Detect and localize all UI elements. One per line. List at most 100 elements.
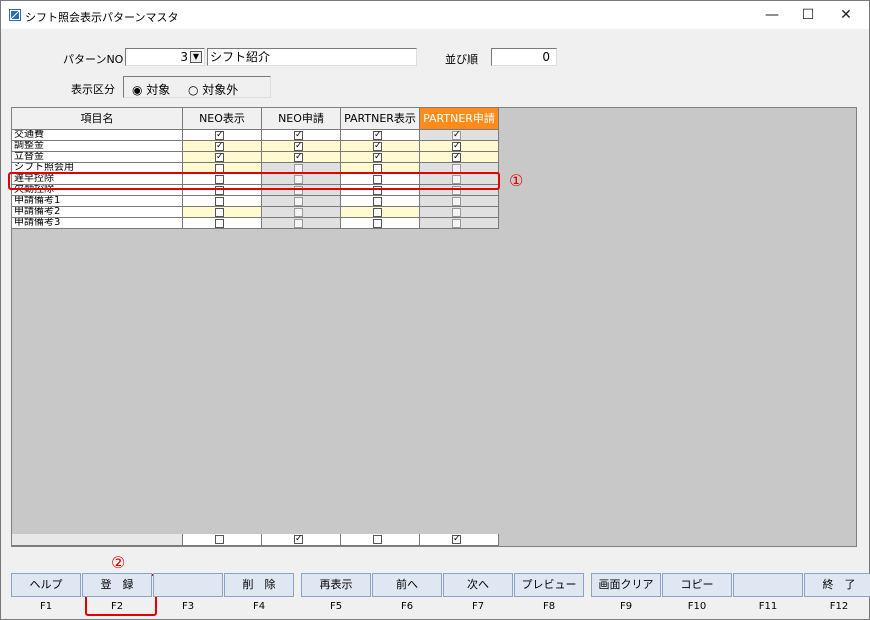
row-checkbox[interactable]: ✓ <box>452 153 461 162</box>
check-cell <box>420 196 499 207</box>
header-item-name: 項目名 <box>12 108 183 130</box>
row-checkbox[interactable]: ✓ <box>452 142 461 151</box>
fkey-label: F9 <box>619 601 633 612</box>
header-neo-display: NEO表示 <box>183 108 262 130</box>
footer-checkbox[interactable]: ✓ <box>452 535 461 544</box>
window-title: シフト照会表示パターンマスタ <box>25 11 179 24</box>
fkey-label: F2 <box>110 601 124 612</box>
row-checkbox[interactable] <box>452 208 461 217</box>
close-button[interactable]: ✕ <box>831 5 861 25</box>
order-label: 並び順 <box>445 53 478 66</box>
check-cell: ✓ <box>341 141 420 152</box>
fkey-button-f5[interactable]: 再表示 <box>301 573 371 597</box>
check-cell: ✓ <box>341 152 420 163</box>
pattern-no-select[interactable]: 3 ▼ <box>125 48 205 66</box>
check-cell <box>262 218 341 229</box>
fkey-button-f2[interactable]: 登 録 <box>82 573 152 597</box>
check-cell <box>341 207 420 218</box>
title-bar: シフト照会表示パターンマスタ — ☐ ✕ <box>1 1 869 29</box>
fkey-button-f1[interactable]: ヘルプ <box>11 573 81 597</box>
item-name-cell: 立替金 <box>12 152 183 163</box>
row-checkbox[interactable] <box>215 219 224 228</box>
row-checkbox[interactable] <box>452 219 461 228</box>
check-cell: ✓ <box>183 130 262 141</box>
fkey-button-f8[interactable]: プレビュー <box>514 573 584 597</box>
row-checkbox[interactable]: ✓ <box>215 131 224 140</box>
check-cell <box>183 207 262 218</box>
check-cell <box>262 196 341 207</box>
chevron-down-icon[interactable]: ▼ <box>190 51 202 63</box>
item-name-cell: 調整金 <box>12 141 183 152</box>
radio-nontarget[interactable]: ○ 対象外 <box>188 81 238 98</box>
pattern-name-field[interactable]: シフト紹介 <box>207 48 417 66</box>
header-neo-apply: NEO申請 <box>262 108 341 130</box>
fkey-label: F7 <box>471 601 485 612</box>
radio-nontarget-label: 対象外 <box>202 83 239 97</box>
radio-target[interactable]: ◉ 対象 <box>132 81 170 98</box>
check-cell <box>420 218 499 229</box>
row-checkbox[interactable] <box>215 208 224 217</box>
row-checkbox[interactable] <box>373 197 382 206</box>
row-checkbox[interactable] <box>294 197 303 206</box>
row-checkbox[interactable] <box>373 208 382 217</box>
fkey-button-f4[interactable]: 削 除 <box>224 573 294 597</box>
row-checkbox[interactable] <box>294 219 303 228</box>
item-name-cell: 申請備考2 <box>12 207 183 218</box>
check-cell <box>341 196 420 207</box>
footer-cell <box>341 534 420 546</box>
footer-checkbox[interactable] <box>373 535 382 544</box>
row-checkbox[interactable]: ✓ <box>294 142 303 151</box>
item-name-cell: 交通費 <box>12 130 183 141</box>
check-cell: ✓ <box>183 141 262 152</box>
fkey-button-f7[interactable]: 次へ <box>443 573 513 597</box>
footer-cell: ✓ <box>262 534 341 546</box>
fkey-button-f11[interactable] <box>733 573 803 597</box>
footer-name-cell <box>12 534 183 546</box>
fkey-button-f10[interactable]: コピー <box>662 573 732 597</box>
row-checkbox[interactable] <box>373 219 382 228</box>
app-icon <box>9 9 21 21</box>
row-checkbox[interactable] <box>452 197 461 206</box>
row-checkbox[interactable]: ✓ <box>373 131 382 140</box>
fkey-label: F8 <box>542 601 556 612</box>
fkey-label: F1 <box>39 601 53 612</box>
header-partner-display: PARTNER表示 <box>341 108 420 130</box>
maximize-button[interactable]: ☐ <box>793 5 823 25</box>
row-checkbox[interactable]: ✓ <box>452 131 461 140</box>
row-checkbox[interactable] <box>215 197 224 206</box>
check-cell: ✓ <box>262 152 341 163</box>
minimize-button[interactable]: — <box>757 5 787 25</box>
row-checkbox[interactable] <box>294 208 303 217</box>
header-partner-apply: PARTNER申請 <box>420 108 499 130</box>
row-checkbox[interactable]: ✓ <box>373 142 382 151</box>
fkey-label: F12 <box>829 601 849 612</box>
check-cell: ✓ <box>420 141 499 152</box>
check-cell: ✓ <box>341 130 420 141</box>
fkey-button-f9[interactable]: 画面クリア <box>591 573 661 597</box>
item-name-cell: 申請備考1 <box>12 196 183 207</box>
row-checkbox[interactable]: ✓ <box>215 153 224 162</box>
row-checkbox[interactable]: ✓ <box>373 153 382 162</box>
function-key-bar: ヘルプ F1 登 録 F2 F3 削 除 F4 再表示 F5 前へ F6 次へ F7 プレビュー F8 画面ク… <box>9 573 870 613</box>
display-radio-group: ◉ 対象 ○ 対象外 <box>123 76 271 98</box>
fkey-button-f12[interactable]: 終 了 <box>804 573 870 597</box>
row-checkbox[interactable]: ✓ <box>294 131 303 140</box>
footer-checkbox[interactable]: ✓ <box>294 535 303 544</box>
footer-checkbox[interactable] <box>215 535 224 544</box>
footer-cell: ✓ <box>420 534 499 546</box>
pattern-no-value: 3 <box>180 50 188 64</box>
fkey-label: F6 <box>400 601 414 612</box>
check-cell <box>341 218 420 229</box>
item-name-cell: 申請備考3 <box>12 218 183 229</box>
fkey-label: F4 <box>252 601 266 612</box>
order-field[interactable]: 0 <box>491 48 557 66</box>
pattern-no-label: パターンNO <box>63 53 124 66</box>
check-cell <box>262 207 341 218</box>
fkey-button-f3[interactable] <box>153 573 223 597</box>
check-cell <box>183 218 262 229</box>
row-checkbox[interactable]: ✓ <box>294 153 303 162</box>
row-checkbox[interactable]: ✓ <box>215 142 224 151</box>
check-cell: ✓ <box>183 152 262 163</box>
check-cell: ✓ <box>420 152 499 163</box>
fkey-button-f6[interactable]: 前へ <box>372 573 442 597</box>
